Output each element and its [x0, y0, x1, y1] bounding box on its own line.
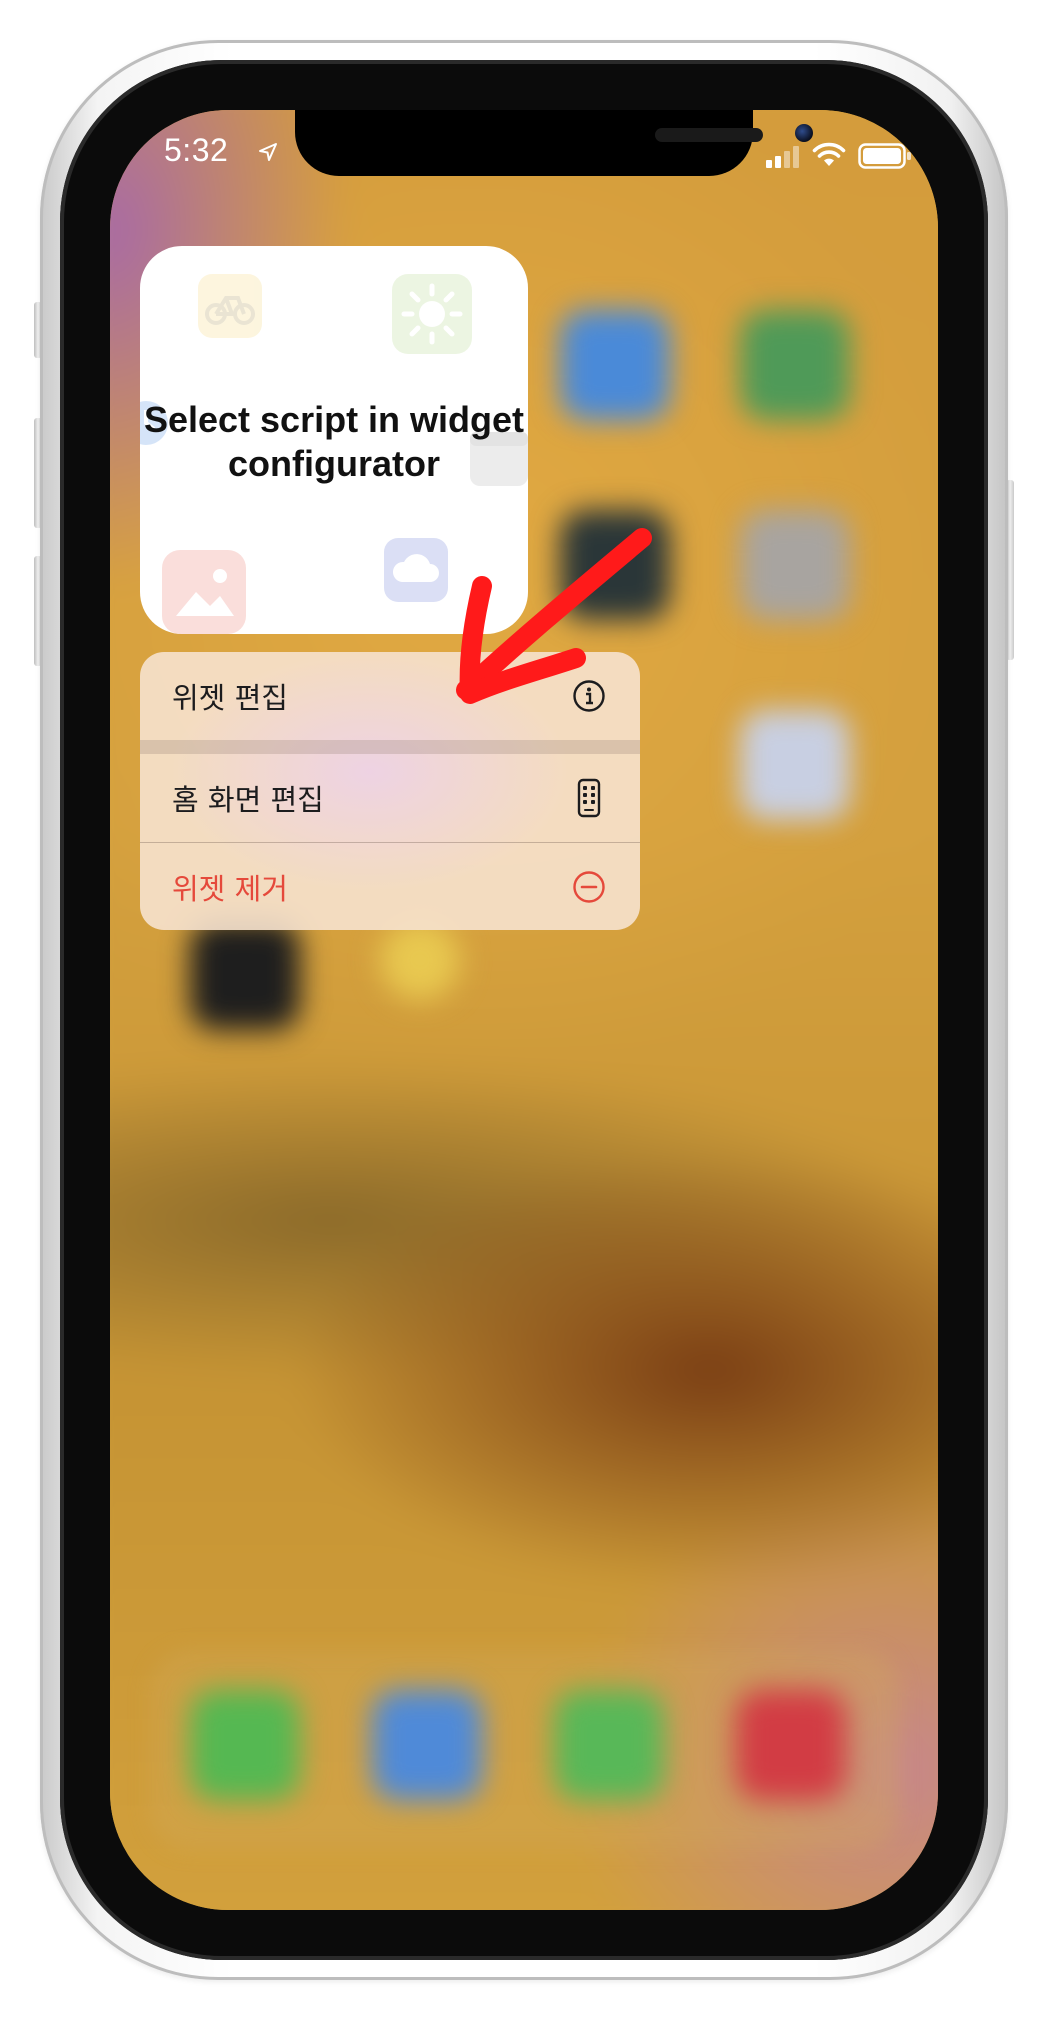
blurred-app-icon: [740, 710, 850, 820]
menu-item-label: 홈 화면 편집: [172, 783, 324, 817]
location-arrow-icon: [259, 143, 277, 161]
menu-item-label: 위젯 편집: [172, 681, 288, 715]
menu-item-label: 위젯 제거: [172, 871, 288, 906]
blurred-app-icon: [560, 310, 670, 420]
status-time: 5:32: [164, 132, 229, 168]
battery-icon: [858, 143, 911, 169]
home-screen: 5:32 Select script in widget configurato…: [110, 110, 938, 1910]
cellular-signal-icon: [766, 146, 799, 168]
blurred-app-icon: [380, 920, 460, 1000]
bicycle-icon: [198, 274, 262, 338]
blurred-app-icon: [190, 920, 300, 1030]
notch: [295, 110, 813, 176]
menu-item-edit-widget[interactable]: 위젯 편집: [140, 652, 640, 740]
phone-screenshot: 5:32 Select script in widget configurato…: [0, 0, 1048, 2025]
blurred-app-icon: [560, 510, 670, 620]
blurred-phone-app-icon: [190, 1690, 300, 1800]
minus-circle-icon: [573, 870, 605, 903]
gear-icon: [392, 274, 472, 354]
blurred-app-icon: [740, 310, 850, 420]
widget-message: Select script in widget configurator: [143, 399, 525, 484]
blurred-music-app-icon: [736, 1690, 846, 1800]
menu-item-remove-widget[interactable]: 위젯 제거: [140, 843, 640, 930]
info-circle-icon: [573, 680, 605, 712]
widget-context-menu: 위젯 편집 홈 화면 편집 위젯 제거: [140, 652, 640, 930]
wifi-icon: [812, 142, 846, 166]
blurred-safari-app-icon: [372, 1690, 482, 1800]
scriptable-widget[interactable]: Select script in widget configurator: [140, 246, 528, 634]
phone-outline-icon: [577, 778, 601, 818]
blurred-messages-app-icon: [554, 1690, 664, 1800]
menu-item-edit-home-screen[interactable]: 홈 화면 편집: [140, 754, 640, 842]
cloud-icon: [384, 538, 448, 602]
photo-icon: [162, 550, 246, 634]
blurred-app-icon: [740, 510, 850, 620]
earpiece-speaker: [655, 128, 763, 142]
menu-section-divider: [140, 740, 640, 754]
front-camera: [795, 124, 813, 142]
